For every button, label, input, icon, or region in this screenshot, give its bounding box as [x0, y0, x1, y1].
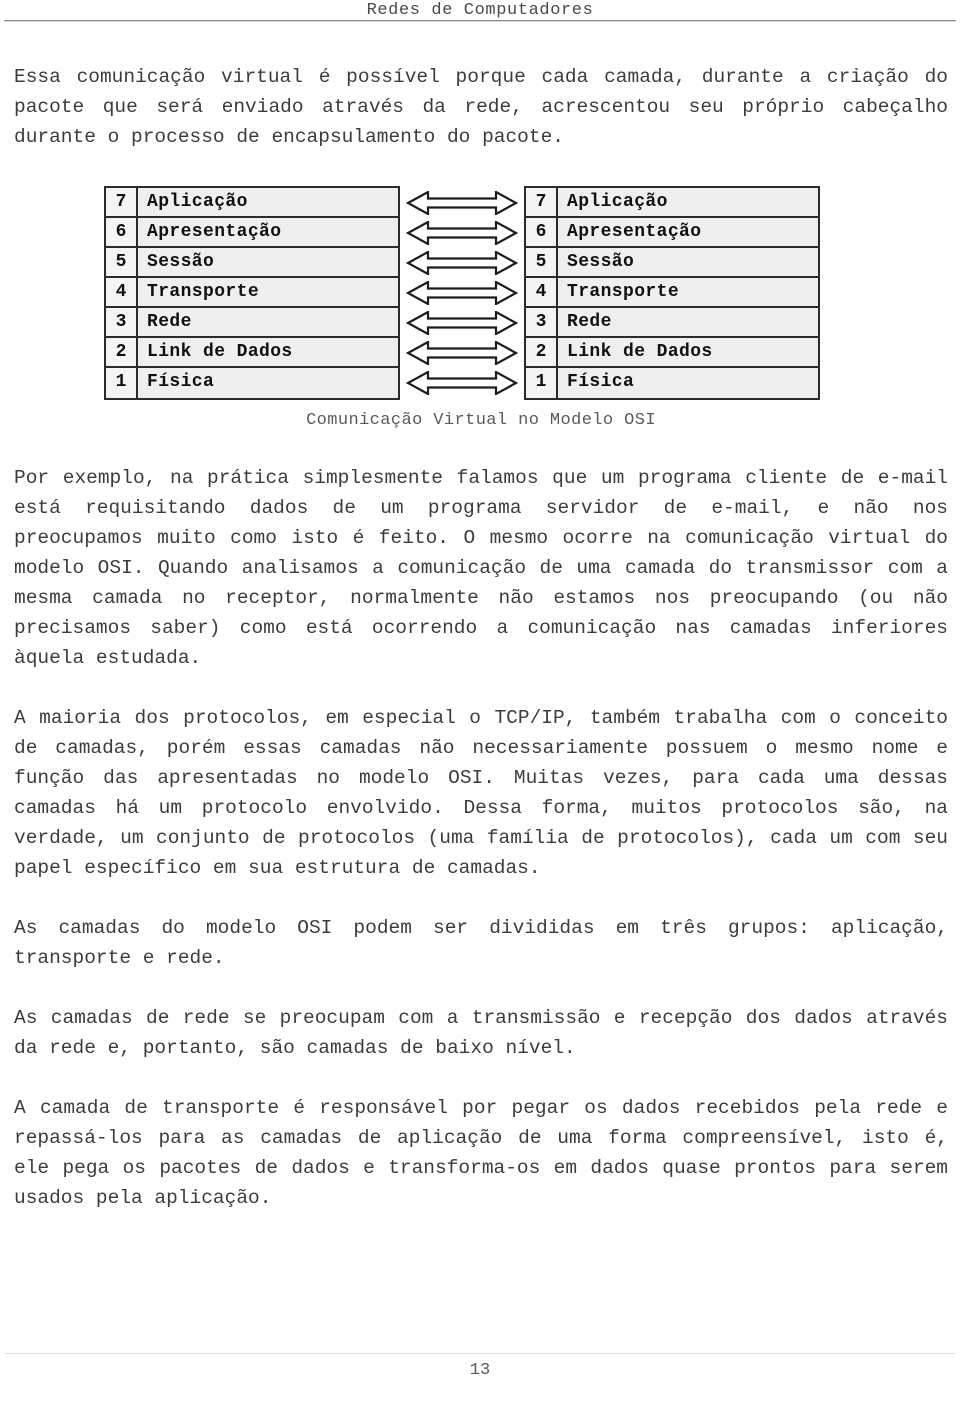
- osi-layer-right: 7 Aplicação: [526, 188, 818, 218]
- osi-layer-right: 1 Física: [526, 368, 818, 398]
- document-body: Essa comunicação virtual é possível porq…: [14, 62, 948, 1213]
- double-headed-arrow-icon: [400, 368, 524, 398]
- osi-layer-name: Física: [147, 372, 215, 392]
- osi-layer-number: 6: [526, 218, 558, 246]
- osi-layer-name: Rede: [567, 312, 612, 332]
- osi-layer-name: Aplicação: [147, 192, 248, 212]
- osi-layer-name: Rede: [147, 312, 192, 332]
- osi-layer-number: 2: [106, 338, 138, 366]
- osi-layer-name: Link de Dados: [147, 342, 293, 362]
- osi-stack-left: 7 Aplicação 6 Apresentação 5 Sessão 4 Transport…: [104, 186, 400, 400]
- osi-arrow-column: [400, 186, 524, 398]
- osi-layer-name: Sessão: [567, 252, 635, 272]
- osi-layer-number: 7: [526, 188, 558, 216]
- footer-divider: [4, 1353, 956, 1354]
- osi-layer-name: Apresentação: [567, 222, 702, 242]
- header-divider: [4, 20, 956, 22]
- osi-layer-left: 1 Física: [106, 368, 398, 398]
- document-title: Redes de Computadores: [366, 1, 594, 20]
- osi-layer-number: 2: [526, 338, 558, 366]
- osi-layer-name: Aplicação: [567, 192, 668, 212]
- double-headed-arrow-icon: [400, 218, 524, 248]
- double-headed-arrow-icon: [400, 308, 524, 338]
- paragraph-2: Por exemplo, na prática simplesmente fal…: [14, 467, 948, 669]
- osi-layer-name: Transporte: [567, 282, 680, 302]
- osi-layer-left: 5 Sessão: [106, 248, 398, 278]
- osi-layer-name: Transporte: [147, 282, 260, 302]
- osi-layer-right: 5 Sessão: [526, 248, 818, 278]
- osi-layer-right: 6 Apresentação: [526, 218, 818, 248]
- paragraph-3: A maioria dos protocolos, em especial o …: [14, 707, 948, 879]
- osi-layer-number: 7: [106, 188, 138, 216]
- osi-layer-number: 3: [526, 308, 558, 336]
- double-headed-arrow-icon: [400, 278, 524, 308]
- osi-layer-number: 1: [106, 368, 138, 398]
- osi-layer-number: 6: [106, 218, 138, 246]
- osi-layer-number: 5: [106, 248, 138, 276]
- osi-layer-number: 3: [106, 308, 138, 336]
- osi-layer-right: 3 Rede: [526, 308, 818, 338]
- osi-stack-right: 7 Aplicação 6 Apresentação 5 Sessão 4 Transport…: [524, 186, 820, 400]
- osi-layer-left: 2 Link de Dados: [106, 338, 398, 368]
- osi-layer-number: 1: [526, 368, 558, 398]
- page-footer: 13: [0, 1353, 960, 1409]
- double-headed-arrow-icon: [400, 338, 524, 368]
- osi-layer-left: 6 Apresentação: [106, 218, 398, 248]
- osi-layer-number: 5: [526, 248, 558, 276]
- paragraph-5: As camadas de rede se preocupam com a tr…: [14, 1007, 948, 1059]
- osi-layer-left: 7 Aplicação: [106, 188, 398, 218]
- osi-layer-left: 3 Rede: [106, 308, 398, 338]
- osi-layer-number: 4: [106, 278, 138, 306]
- osi-figure-row: 7 Aplicação 6 Apresentação 5 Sessão 4 Transport…: [14, 186, 948, 400]
- osi-layer-name: Apresentação: [147, 222, 282, 242]
- page-header: Redes de Computadores: [0, 0, 960, 26]
- page-number: 13: [469, 1361, 491, 1380]
- double-headed-arrow-icon: [400, 188, 524, 218]
- osi-layer-name: Física: [567, 372, 635, 392]
- osi-layer-name: Sessão: [147, 252, 215, 272]
- figure-caption: Comunicação Virtual no Modelo OSI: [306, 411, 656, 430]
- osi-layer-left: 4 Transporte: [106, 278, 398, 308]
- paragraph-4: As camadas do modelo OSI podem ser divid…: [14, 917, 948, 969]
- double-headed-arrow-icon: [400, 248, 524, 278]
- osi-layer-right: 2 Link de Dados: [526, 338, 818, 368]
- osi-virtual-communication-figure: 7 Aplicação 6 Apresentação 5 Sessão 4 Transport…: [14, 186, 948, 433]
- paragraph-1: Essa comunicação virtual é possível porq…: [14, 66, 948, 148]
- osi-layer-right: 4 Transporte: [526, 278, 818, 308]
- paragraph-6: A camada de transporte é responsável por…: [14, 1097, 948, 1209]
- osi-layer-number: 4: [526, 278, 558, 306]
- osi-layer-name: Link de Dados: [567, 342, 713, 362]
